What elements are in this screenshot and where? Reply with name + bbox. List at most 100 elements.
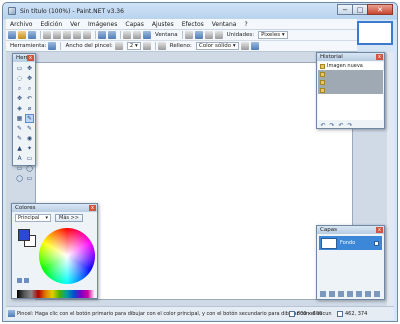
history-item[interactable]: Imagen nueva [318, 62, 383, 70]
rectangle-tool-icon[interactable]: ▭ [15, 164, 24, 173]
cut-icon[interactable] [43, 31, 51, 39]
delete-layer-icon[interactable] [329, 291, 335, 297]
minimize-button[interactable]: − [337, 4, 353, 15]
move-layer-down-icon[interactable] [365, 291, 371, 297]
swap-colors-icon[interactable] [17, 278, 22, 283]
save-icon[interactable] [28, 31, 36, 39]
layer-properties-icon[interactable] [374, 291, 380, 297]
decrease-width-icon[interactable] [114, 42, 123, 50]
clone-stamp-tool-icon[interactable]: ✎ [15, 134, 24, 143]
text-tool-icon[interactable]: A [15, 154, 24, 163]
layer-visibility-checkbox[interactable] [374, 240, 379, 246]
actual-size-icon[interactable] [204, 31, 213, 39]
freeform-shape-tool-icon[interactable]: ▭ [25, 174, 34, 183]
crop-icon[interactable] [73, 31, 81, 39]
alpha-blending-icon[interactable] [250, 42, 259, 50]
move-selected-tool-icon[interactable]: ✥ [25, 74, 34, 83]
duplicate-layer-icon[interactable] [338, 291, 344, 297]
copy-icon[interactable] [53, 31, 61, 39]
layers-palette-header[interactable]: Capas x [317, 226, 384, 234]
recolor-tool-icon[interactable]: ◉ [25, 134, 34, 143]
rewind-icon[interactable]: ↶ [320, 123, 326, 129]
blend-mode-icon[interactable] [240, 42, 249, 50]
fill-dropdown[interactable]: Color sólido ▾ [195, 42, 239, 50]
layers-palette-close-button[interactable]: x [376, 227, 383, 233]
history-item-label: Imagen nueva [327, 63, 363, 69]
paste-icon[interactable] [63, 31, 71, 39]
grid-icon[interactable] [123, 31, 131, 39]
deselect-icon[interactable] [83, 31, 91, 39]
move-layer-up-icon[interactable] [356, 291, 362, 297]
close-button[interactable]: ✕ [367, 4, 393, 15]
increase-width-icon[interactable] [142, 42, 151, 50]
paintbrush-tool-icon[interactable]: ▦ [15, 114, 24, 123]
image-thumbnail-tab[interactable] [357, 21, 393, 45]
menu-efectos[interactable]: Efectos [178, 21, 208, 28]
primary-color-swatch[interactable] [18, 229, 30, 241]
zoom-in-icon[interactable] [194, 31, 203, 39]
menu-capas[interactable]: Capas [121, 21, 147, 28]
color-palette-strip[interactable] [17, 290, 95, 298]
shape-tool-icon[interactable]: ✦ [25, 144, 34, 153]
undo-step-icon[interactable]: ↷ [329, 123, 335, 129]
zoom-out-icon[interactable] [184, 31, 193, 39]
gradient-tool-icon[interactable]: ⌀ [25, 104, 34, 113]
maximize-button[interactable]: □ [352, 4, 368, 15]
menu-imagenes[interactable]: Imágenes [84, 21, 121, 28]
fast-forward-icon[interactable]: ↷ [347, 123, 353, 129]
more-colors-button[interactable]: Más >> [55, 214, 83, 222]
ventana-label[interactable]: Ventana [155, 32, 178, 38]
layer-item[interactable]: Fondo [319, 236, 382, 250]
redo-icon[interactable] [108, 31, 116, 39]
open-file-icon[interactable] [18, 31, 26, 39]
tools-palette-header[interactable]: Herr... x [13, 54, 35, 62]
color-wheel[interactable] [39, 228, 95, 284]
undo-icon[interactable] [98, 31, 106, 39]
redo-step-icon[interactable]: ↶ [338, 123, 344, 129]
colors-palette-close-button[interactable]: x [89, 205, 96, 211]
eraser-tool-icon[interactable]: ✎ [25, 124, 34, 133]
image-size-readout: 800 x 600 [289, 310, 322, 317]
colors-palette-header[interactable]: Colores x [12, 204, 97, 212]
rectangle-select-tool-icon[interactable]: ▭ [15, 64, 24, 73]
brush-width-field[interactable]: 2 ▾ [126, 42, 141, 50]
history-item-undone[interactable] [318, 86, 383, 94]
antialias-icon[interactable] [157, 42, 166, 50]
history-item-undone[interactable] [318, 78, 383, 86]
reset-colors-icon[interactable] [24, 278, 29, 283]
history-palette-close-button[interactable]: x [376, 54, 383, 60]
ruler-icon[interactable] [133, 31, 141, 39]
color-mode-dropdown[interactable]: Principal ▾ [15, 214, 51, 222]
paintbrush-active-tool-icon[interactable]: ✎ [25, 114, 34, 123]
units-dropdown[interactable]: Pixeles ▾ [258, 31, 288, 39]
pan-tool-icon[interactable]: ↶ [25, 94, 34, 103]
history-palette-header[interactable]: Historial x [317, 53, 384, 61]
rounded-rectangle-tool-icon[interactable]: ◯ [25, 164, 34, 173]
move-selection-tool-icon[interactable]: ✥ [25, 64, 34, 73]
workspace-scrollbar[interactable] [387, 52, 394, 306]
tools-palette-close-button[interactable]: x [27, 55, 34, 61]
title-bar[interactable]: Sin título (100%) - Paint.NET v3.36 − □ … [3, 3, 397, 19]
paint-bucket-tool-icon[interactable]: ◈ [15, 104, 24, 113]
menu-ventana[interactable]: Ventana [208, 21, 241, 28]
magic-wand-tool-icon[interactable]: ✥ [15, 94, 24, 103]
merge-layer-icon[interactable] [347, 291, 353, 297]
color-picker-tool-icon[interactable]: ▲ [15, 144, 24, 153]
menu-ajustes[interactable]: Ajustes [148, 21, 178, 28]
lasso-tool-icon[interactable]: ◌ [15, 74, 24, 83]
zoom-icon[interactable] [143, 31, 151, 39]
line-tool-icon[interactable]: ▭ [25, 154, 34, 163]
menu-edicion[interactable]: Edición [36, 21, 66, 28]
new-file-icon[interactable] [8, 31, 16, 39]
menu-help[interactable]: ? [240, 21, 251, 28]
zoom-tool-icon[interactable]: ⌕ [25, 84, 34, 93]
pencil-tool-icon[interactable]: ✎ [15, 124, 24, 133]
menu-ver[interactable]: Ver [66, 21, 84, 28]
brush-tool-icon[interactable] [48, 42, 57, 50]
ellipse-tool-icon[interactable]: ◯ [15, 174, 24, 183]
ellipse-select-tool-icon[interactable]: ⌕ [15, 84, 24, 93]
history-item-undone[interactable] [318, 70, 383, 78]
rulers-icon[interactable] [214, 31, 223, 39]
menu-archivo[interactable]: Archivo [6, 21, 36, 28]
add-layer-icon[interactable] [320, 291, 326, 297]
